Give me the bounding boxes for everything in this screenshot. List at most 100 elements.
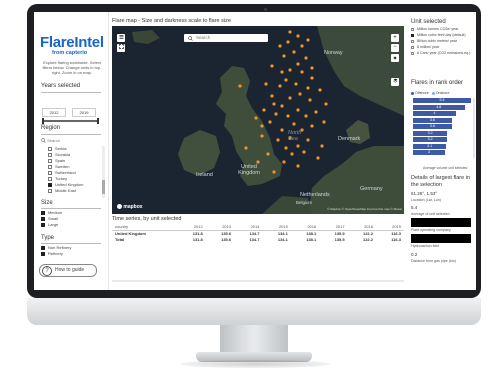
- region-checkbox[interactable]: [48, 189, 52, 193]
- year-from-input[interactable]: 2012: [42, 108, 66, 117]
- flare-marker[interactable]: [278, 44, 282, 48]
- flare-marker[interactable]: [284, 146, 288, 150]
- flare-marker[interactable]: [298, 92, 302, 96]
- rank-bar[interactable]: 4: [413, 111, 456, 116]
- flare-marker[interactable]: [310, 76, 314, 80]
- flare-marker[interactable]: [308, 98, 312, 102]
- rank-bar[interactable]: 3.2: [413, 137, 448, 142]
- flare-marker[interactable]: [270, 64, 274, 68]
- flare-marker[interactable]: [272, 102, 276, 106]
- region-checkbox[interactable]: [48, 165, 52, 169]
- region-scroll-thumb[interactable]: [102, 180, 105, 194]
- flare-marker[interactable]: [244, 146, 248, 150]
- flare-marker[interactable]: [286, 40, 290, 44]
- table-row[interactable]: Total 131.8 135.6 134.7 134.1 138.1 135.5 122.2…: [112, 237, 404, 243]
- size-checkbox[interactable]: [41, 211, 45, 215]
- type-checkbox[interactable]: [41, 252, 45, 256]
- flare-marker[interactable]: [268, 120, 272, 124]
- region-checkbox[interactable]: [48, 153, 52, 157]
- flare-marker[interactable]: [306, 38, 310, 42]
- rank-bar[interactable]: 3: [413, 150, 446, 155]
- region-option[interactable]: Middle East: [48, 188, 102, 194]
- flare-marker[interactable]: [280, 70, 284, 74]
- flare-marker[interactable]: [296, 164, 300, 168]
- year-slider-start-handle[interactable]: [42, 118, 44, 124]
- flare-marker[interactable]: [310, 124, 314, 128]
- zoom-in-button[interactable]: +: [391, 34, 399, 42]
- year-to-input[interactable]: 2019: [72, 108, 96, 117]
- flare-marker[interactable]: [292, 122, 296, 126]
- rank-bar[interactable]: 5.4: [413, 98, 471, 103]
- flare-marker[interactable]: [280, 128, 284, 132]
- flare-marker[interactable]: [296, 34, 300, 38]
- size-option[interactable]: Large: [41, 222, 58, 228]
- unit-option[interactable]: Billion cubic meters/ year: [411, 39, 457, 44]
- unit-option[interactable]: # Cars/ year (CO2 emissions eq.): [411, 51, 470, 56]
- flare-marker[interactable]: [270, 94, 274, 98]
- map-fullscreen-button[interactable]: [117, 44, 125, 52]
- flare-marker[interactable]: [262, 108, 266, 112]
- flare-marker[interactable]: [304, 56, 308, 60]
- unit-radio[interactable]: [411, 52, 414, 55]
- region-checkbox[interactable]: [48, 183, 52, 187]
- flare-marker[interactable]: [300, 44, 304, 48]
- year-range-slider[interactable]: [43, 120, 98, 122]
- size-checkbox[interactable]: [41, 217, 45, 221]
- flare-marker[interactable]: [320, 144, 324, 148]
- flare-marker[interactable]: [296, 108, 300, 112]
- flare-marker[interactable]: [260, 134, 264, 138]
- map-menu-button[interactable]: [117, 34, 125, 42]
- unit-option[interactable]: Million tonnes CO2e/ year: [411, 27, 458, 32]
- flare-marker[interactable]: [282, 54, 286, 58]
- year-slider-end-handle[interactable]: [97, 118, 99, 124]
- region-search[interactable]: Search: [41, 138, 91, 144]
- map-attribution[interactable]: © Mapbox © OpenStreetMap Improve this ma…: [327, 207, 402, 211]
- flare-marker[interactable]: [296, 144, 300, 148]
- flare-marker[interactable]: [272, 170, 276, 174]
- unit-option[interactable]: $ million/ year: [411, 45, 439, 50]
- flare-marker[interactable]: [302, 150, 306, 154]
- flare-marker[interactable]: [238, 84, 242, 88]
- flare-marker[interactable]: [314, 110, 318, 114]
- flare-marker[interactable]: [288, 30, 292, 34]
- type-option[interactable]: Refinery: [41, 251, 63, 257]
- rank-bar[interactable]: 3.1: [413, 143, 447, 149]
- flare-marker[interactable]: [274, 112, 278, 116]
- flare-marker[interactable]: [288, 68, 292, 72]
- flare-marker[interactable]: [310, 66, 314, 70]
- flare-marker[interactable]: [304, 114, 308, 118]
- unit-radio[interactable]: [411, 28, 414, 31]
- map-layer-button[interactable]: [391, 78, 399, 86]
- unit-radio[interactable]: [411, 34, 414, 37]
- region-checkbox[interactable]: [48, 177, 52, 181]
- flare-marker[interactable]: [266, 152, 270, 156]
- zoom-out-button[interactable]: −: [391, 44, 399, 52]
- flare-marker[interactable]: [288, 96, 292, 100]
- flare-marker[interactable]: [324, 102, 328, 106]
- how-to-guide-button[interactable]: ? How to guide: [39, 264, 97, 277]
- flare-marker[interactable]: [296, 62, 300, 66]
- flare-marker[interactable]: [286, 114, 290, 118]
- flare-marker[interactable]: [264, 82, 268, 86]
- rank-bar[interactable]: 3.6: [413, 124, 452, 129]
- flare-marker[interactable]: [294, 82, 298, 86]
- region-checkbox[interactable]: [48, 171, 52, 175]
- flare-marker[interactable]: [278, 84, 282, 88]
- region-checkbox[interactable]: [48, 159, 52, 163]
- unit-radio[interactable]: [411, 40, 414, 43]
- flare-marker[interactable]: [322, 120, 326, 124]
- type-checkbox[interactable]: [41, 246, 45, 250]
- flare-marker[interactable]: [254, 116, 258, 120]
- flare-marker[interactable]: [300, 70, 304, 74]
- rank-bar[interactable]: 4.8: [413, 104, 465, 110]
- flare-marker[interactable]: [260, 124, 264, 128]
- flare-marker[interactable]: [292, 50, 296, 54]
- flare-marker[interactable]: [280, 104, 284, 108]
- region-checkbox[interactable]: [48, 147, 52, 151]
- rank-bar[interactable]: 3.2: [413, 130, 448, 136]
- compass-button[interactable]: ◆: [391, 54, 399, 62]
- flare-marker[interactable]: [318, 88, 322, 92]
- flare-marker[interactable]: [276, 138, 280, 142]
- unit-option[interactable]: Million cubic feet/ day (default): [411, 33, 466, 38]
- timeseries-scrollbar[interactable]: [112, 280, 404, 282]
